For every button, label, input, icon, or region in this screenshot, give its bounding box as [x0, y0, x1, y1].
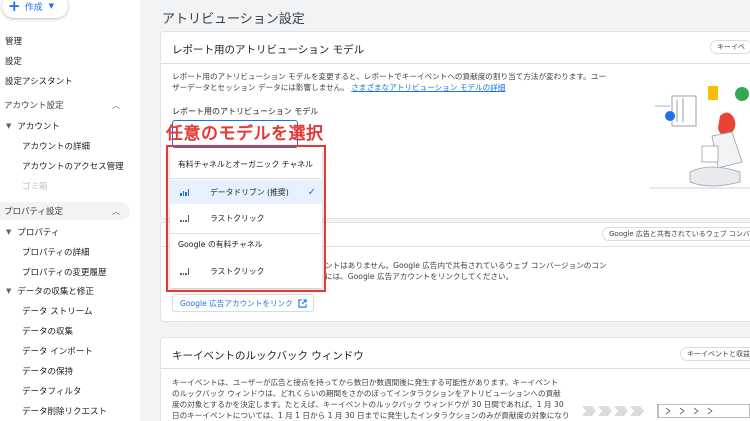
description-line-2: ザーデータとセッション データには影響しません。	[172, 83, 349, 92]
chevron-up-icon: ︿	[112, 100, 120, 110]
google-ads-line-2: には、Google 広告アカウントをリンクしてください。	[325, 272, 514, 281]
data-collection-group[interactable]: ▼ データの収集と修正	[6, 285, 94, 297]
data-collection-label: データの収集と修正	[17, 287, 94, 297]
caret-down-icon: ▼	[6, 228, 12, 236]
caret-down-icon: ▼	[6, 122, 12, 130]
account-settings-label: アカウント設定	[4, 101, 64, 111]
nav-data-collect[interactable]: データの収集	[22, 325, 73, 337]
annotation-highlight-box	[166, 145, 326, 292]
link-google-ads-label: Google 広告アカウントをリンク	[180, 298, 293, 308]
nav-account-access[interactable]: アカウントのアクセス管理	[22, 160, 124, 172]
page-title: アトリビューション設定	[162, 12, 305, 27]
lookback-line-3: 度の対象とするかを決定します。たとえば、キーイベントのルックバック ウィンドウが…	[172, 400, 564, 409]
nav-property-history[interactable]: プロパティの変更履歴	[22, 266, 107, 278]
lookback-line-4: 日のキーイベントについては、1 月 1 日から 1 月 30 日までに発生したイ…	[172, 411, 570, 420]
nav-data-retention[interactable]: データの保持	[22, 365, 73, 377]
nav-setup-assistant[interactable]: 設定アシスタント	[5, 75, 73, 87]
nav-admin[interactable]: 管理	[5, 35, 22, 47]
description-line-1: レポート用のアトリビューション モデルを変更すると、レポートでキーイベントへの貢…	[172, 72, 607, 81]
model-field-label: レポート用のアトリビューション モデル	[172, 107, 319, 116]
nav-data-import[interactable]: データ インポート	[22, 345, 93, 357]
attribution-model-card-title: レポート用のアトリビューション モデル	[172, 44, 365, 56]
sidebar: + 作成 ▼ 管理 設定 設定アシスタント アカウント設定 ︿ ▼ アカウント …	[0, 0, 140, 421]
annotation-text: 任意のモデルを選択	[166, 124, 324, 144]
caret-down-icon: ▼	[48, 2, 54, 10]
external-link-icon	[298, 298, 307, 308]
key-events-chip: キーイベ	[710, 40, 750, 54]
lookback-line-1: キーイベントは、ユーザーが広告と接点を持ってから数日か数週間後に発生する可能性が…	[172, 378, 558, 387]
chevron-up-icon: ︿	[112, 206, 120, 216]
nav-settings[interactable]: 設定	[5, 55, 22, 67]
lookback-window-title: キーイベントのルックバック ウィンドウ	[172, 350, 364, 362]
card-divider	[161, 368, 750, 369]
link-google-ads-button[interactable]: Google 広告アカウントをリンク	[172, 294, 314, 312]
account-settings-section[interactable]: アカウント設定 ︿	[0, 96, 130, 114]
card-divider	[161, 63, 750, 64]
caret-down-icon: ▼	[6, 287, 12, 295]
account-label: アカウント	[17, 122, 60, 132]
nav-account-details[interactable]: アカウントの詳細	[22, 140, 90, 152]
create-label: 作成	[24, 2, 43, 13]
nav-data-streams[interactable]: データ ストリーム	[22, 305, 92, 317]
create-button[interactable]: + 作成 ▼	[2, 0, 68, 18]
attribution-description: レポート用のアトリビューション モデルを変更すると、レポートでキーイベントへの貢…	[172, 71, 647, 93]
property-settings-label: プロパティ設定	[4, 207, 63, 217]
attribution-models-link[interactable]: さまざまなアトリビューション モデルの詳細	[351, 83, 505, 92]
property-settings-section[interactable]: プロパティ設定 ︿	[0, 202, 130, 220]
google-ads-line-1: ントはありません。Google 広告内で共有されているウェブ コンバージョンのコ…	[325, 261, 607, 270]
lookback-timeline-illustration	[582, 404, 750, 418]
account-group[interactable]: ▼ アカウント	[6, 120, 60, 132]
nav-data-filters[interactable]: データフィルタ	[22, 385, 81, 397]
google-ads-shared-chip: Google 広告と共有されているウェブ コンバージョ	[602, 227, 750, 241]
attribution-illustration	[650, 86, 750, 189]
lookback-description: キーイベントは、ユーザーが広告と接点を持ってから数日か数週間後に発生する可能性が…	[172, 377, 582, 421]
nav-property-details[interactable]: プロパティの詳細	[22, 246, 90, 258]
google-ads-description: ントはありません。Google 広告内で共有されているウェブ コンバージョンのコ…	[325, 260, 655, 282]
nav-data-deletion[interactable]: データ削除リクエスト	[22, 405, 107, 417]
key-events-revenue-chip: キーイベントと収益デ	[680, 347, 750, 361]
description-line-2-wrap: ザーデータとセッション データには影響しません。 さまざまなアトリビューション …	[172, 82, 647, 93]
property-group[interactable]: ▼ プロパティ	[6, 226, 59, 238]
lookback-line-2: のルックバック ウィンドウは、どれくらいの期間をさかのぼってインタラクションをア…	[172, 389, 561, 398]
property-label: プロパティ	[17, 228, 60, 238]
plus-icon: +	[8, 0, 21, 15]
nav-trash: ゴミ箱	[22, 182, 48, 192]
